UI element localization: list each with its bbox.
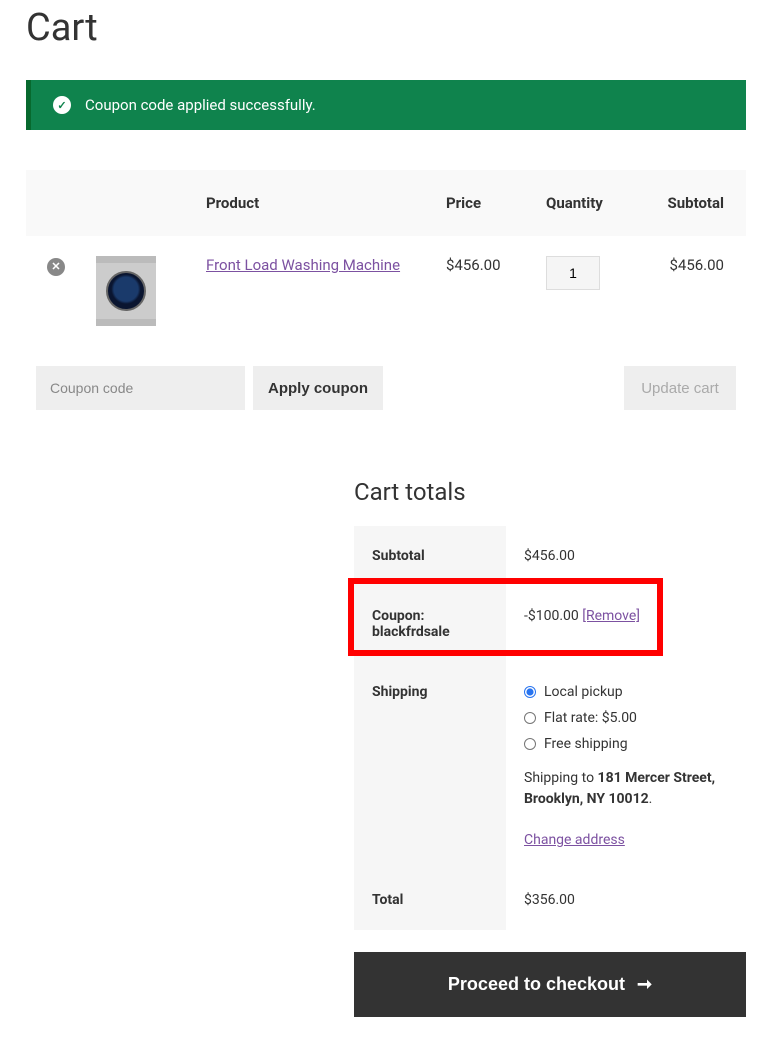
shipping-option-flat-rate[interactable]: Flat rate: $5.00 <box>524 710 728 726</box>
close-icon: ✕ <box>51 260 60 273</box>
change-address-link[interactable]: Change address <box>524 832 625 848</box>
cart-actions: Apply coupon Update cart <box>36 366 736 410</box>
col-product: Product <box>196 170 436 236</box>
check-circle-icon: ✓ <box>53 96 71 114</box>
shipping-option-free-shipping[interactable]: Free shipping <box>524 736 728 752</box>
subtotal-label: Subtotal <box>354 526 506 586</box>
remove-coupon-link[interactable]: [Remove] <box>582 608 640 624</box>
page-title: Cart <box>26 6 746 50</box>
apply-coupon-button[interactable]: Apply coupon <box>253 366 383 410</box>
shipping-row: Shipping Local pickup Flat rate: $5.00 <box>354 662 746 870</box>
coupon-row: Coupon: blackfrdsale -$100.00 [Remove] <box>354 586 746 662</box>
checkout-button-label: Proceed to checkout <box>448 974 625 995</box>
shipping-option-label: Free shipping <box>544 736 628 752</box>
cart-totals-table: Subtotal $456.00 Coupon: blackfrdsale -$… <box>354 526 746 930</box>
item-price: $456.00 <box>436 236 536 346</box>
coupon-label: Coupon: blackfrdsale <box>354 586 506 662</box>
item-subtotal: $456.00 <box>656 236 746 346</box>
shipping-option-local-pickup[interactable]: Local pickup <box>524 684 728 700</box>
shipping-option-label: Flat rate: $5.00 <box>544 710 637 726</box>
period: . <box>649 791 653 807</box>
shipping-address: Shipping to 181 Mercer Street, Brooklyn,… <box>524 768 728 810</box>
col-thumbnail <box>86 170 196 236</box>
radio-free-shipping[interactable] <box>524 738 536 750</box>
proceed-to-checkout-button[interactable]: Proceed to checkout ➞ <box>354 952 746 1017</box>
shipping-label: Shipping <box>354 662 506 870</box>
shipping-options: Local pickup Flat rate: $5.00 Free shipp… <box>524 684 728 752</box>
col-quantity: Quantity <box>536 170 656 236</box>
total-label: Total <box>354 870 506 930</box>
subtotal-row: Subtotal $456.00 <box>354 526 746 586</box>
quantity-input[interactable] <box>546 256 600 290</box>
message-text: Coupon code applied successfully. <box>85 96 316 114</box>
cart-totals-heading: Cart totals <box>354 478 746 506</box>
product-thumbnail[interactable] <box>96 256 156 326</box>
total-value: $356.00 <box>506 870 746 930</box>
success-message: ✓ Coupon code applied successfully. <box>26 80 746 130</box>
arrow-right-icon: ➞ <box>637 974 652 995</box>
radio-flat-rate[interactable] <box>524 712 536 724</box>
col-remove <box>26 170 86 236</box>
spacer <box>383 366 624 410</box>
washer-drum-icon <box>106 271 146 311</box>
subtotal-value: $456.00 <box>506 526 746 586</box>
col-price: Price <box>436 170 536 236</box>
shipping-to-prefix: Shipping to <box>524 770 598 786</box>
cart-table: Product Price Quantity Subtotal ✕ Front … <box>26 170 746 430</box>
remove-item-button[interactable]: ✕ <box>47 258 65 276</box>
col-subtotal: Subtotal <box>656 170 746 236</box>
total-row: Total $356.00 <box>354 870 746 930</box>
shipping-option-label: Local pickup <box>544 684 623 700</box>
cart-row: ✕ Front Load Washing Machine $456.00 $45… <box>26 236 746 346</box>
cart-totals-section: Cart totals Subtotal $456.00 Coupon: bla… <box>354 478 746 1017</box>
coupon-discount-value: -$100.00 <box>524 608 582 624</box>
coupon-code-input[interactable] <box>36 366 245 410</box>
product-link[interactable]: Front Load Washing Machine <box>206 256 400 274</box>
radio-local-pickup[interactable] <box>524 686 536 698</box>
update-cart-button: Update cart <box>624 366 736 410</box>
